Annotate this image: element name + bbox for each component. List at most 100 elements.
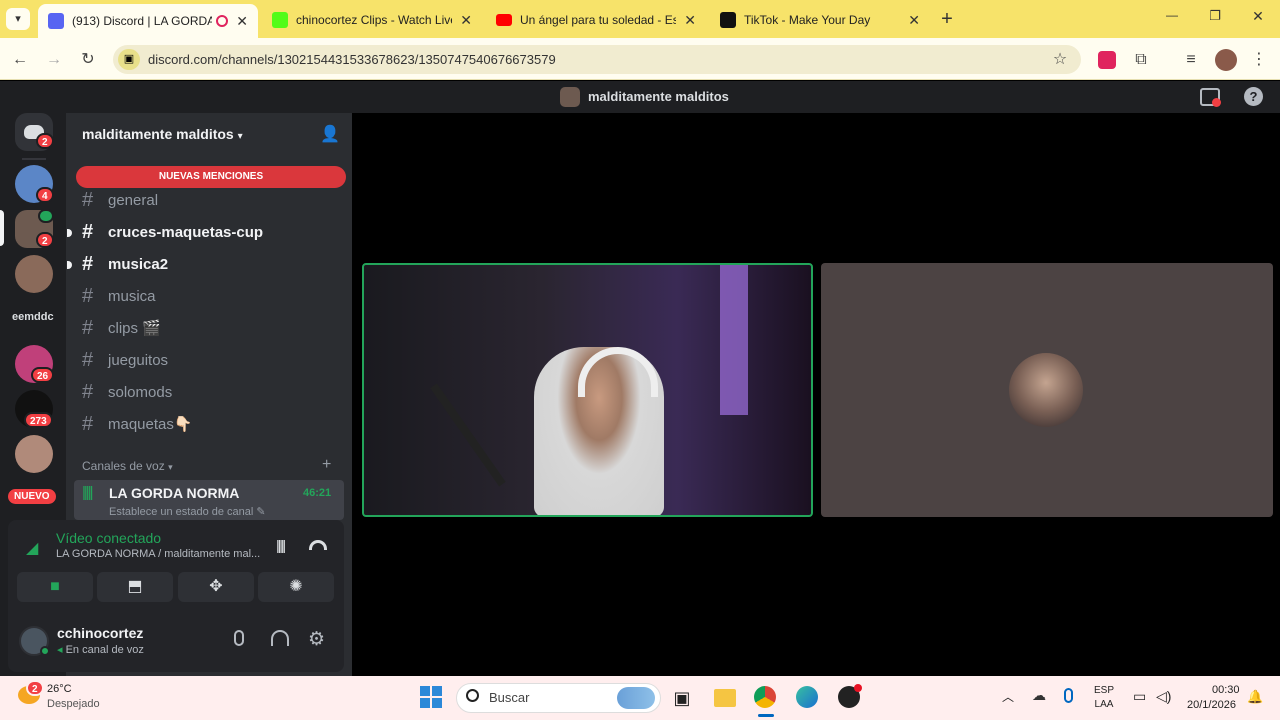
chrome-icon[interactable] (754, 686, 780, 710)
url-text[interactable]: discord.com/channels/1302154431533678623… (148, 52, 556, 67)
restore-button[interactable]: ❐ (1203, 8, 1227, 24)
guild-icon[interactable] (15, 255, 53, 293)
guild-icon[interactable] (15, 435, 53, 473)
connection-subtitle[interactable]: LA GORDA NORMA / malditamente mal... (56, 548, 260, 560)
voice-channel-name: LA GORDA NORMA (109, 485, 240, 501)
soundboard-button[interactable]: ✺ (258, 572, 334, 602)
inbox-badge (1212, 98, 1221, 107)
forward-icon[interactable]: → (43, 49, 65, 71)
add-channel-icon[interactable]: + (322, 456, 331, 474)
weather-badge: 2 (26, 680, 44, 696)
channel-musica[interactable]: # musica (82, 282, 344, 310)
guild-text-icon[interactable]: eemddc (12, 311, 54, 323)
guild-selected-pill (0, 210, 4, 246)
close-tab-icon[interactable]: ✕ (236, 13, 248, 30)
bookmark-star-icon[interactable]: ☆ (1049, 49, 1071, 71)
volume-icon[interactable]: ◁) (1156, 688, 1171, 705)
search-highlight-icon (617, 687, 655, 709)
mic-arm-graphic (430, 383, 506, 487)
profile-avatar[interactable] (1215, 49, 1237, 71)
tab-kick[interactable]: chinocortez Clips - Watch Live o ✕ (262, 5, 482, 35)
activities-button[interactable]: ✥ (178, 572, 254, 602)
server-name[interactable]: malditamente malditos ▾ (82, 126, 243, 142)
hash-icon: # (82, 252, 94, 275)
active-app-indicator (758, 714, 774, 717)
chevron-down-icon: ▾ (168, 462, 173, 472)
edge-icon[interactable] (796, 686, 822, 710)
channel-maquetas[interactable]: # maquetas👇🏻 (82, 410, 344, 438)
camera-button[interactable]: ■ (17, 572, 93, 602)
tab-discord[interactable]: (913) Discord | LA GORDA N ✕ (38, 4, 258, 38)
channel-cruces-maquetas-cup[interactable]: # cruces-maquetas-cup (82, 218, 344, 246)
extensions-puzzle-icon[interactable]: ⧉ (1130, 49, 1152, 71)
clock-time[interactable]: 00:30 (1212, 684, 1240, 696)
microphone-tray-icon[interactable] (1064, 688, 1073, 703)
new-tab-button[interactable]: + (936, 8, 958, 30)
guild-badge: 26 (31, 367, 55, 383)
youtube-favicon-icon (496, 14, 512, 26)
extension-icon[interactable] (1098, 51, 1116, 69)
back-icon[interactable]: ← (9, 49, 31, 71)
channel-label: maquetas👇🏻 (108, 416, 193, 433)
voice-channel-status[interactable]: Establece un estado de canal ✎ (109, 505, 266, 518)
menu-kebab-icon[interactable]: ⋮ (1248, 49, 1270, 71)
server-icon-small (560, 87, 580, 107)
user-status: ◂ En canal de voz (57, 643, 144, 656)
close-window-button[interactable]: ✕ (1246, 8, 1270, 25)
speaker-icon: ◂ (57, 644, 63, 656)
topbar-title: malditamente malditos (588, 89, 729, 104)
invite-people-icon[interactable]: 👤 (320, 124, 340, 144)
headphones-icon[interactable] (271, 630, 289, 646)
new-mentions-banner[interactable]: NUEVAS MENCIONES (76, 166, 346, 188)
weather-temp[interactable]: 26°C (47, 683, 72, 695)
participant-avatar (1009, 353, 1083, 427)
reload-icon[interactable]: ↻ (77, 49, 99, 71)
show-hidden-icons[interactable]: ︿ (1002, 688, 1014, 705)
channel-label: general (108, 191, 159, 209)
cloud-off-icon[interactable]: ☁ (1032, 687, 1046, 704)
username[interactable]: cchinocortez (57, 625, 143, 641)
screen-share-button[interactable]: ⬒ (97, 572, 173, 602)
task-view-icon[interactable]: ▣ (669, 686, 695, 710)
purple-light-graphic (720, 265, 748, 415)
minimize-button[interactable]: — (1160, 8, 1184, 22)
close-tab-icon[interactable]: ✕ (908, 12, 920, 29)
close-tab-icon[interactable]: ✕ (684, 12, 696, 29)
hash-icon: # (82, 284, 94, 307)
site-info-icon[interactable]: ▣ (118, 49, 140, 70)
new-guild-badge[interactable]: NUEVO (8, 489, 56, 504)
weather-desc: Despejado (47, 698, 100, 710)
user-status-label: En canal de voz (65, 644, 144, 656)
channel-solomods[interactable]: # solomods (82, 378, 344, 406)
close-tab-icon[interactable]: ✕ (460, 12, 472, 29)
chevron-down-icon: ▾ (237, 131, 243, 142)
channel-clips[interactable]: # clips 🎬 (82, 314, 344, 342)
signal-icon[interactable]: ◢ (26, 538, 38, 558)
tab-list-button[interactable]: ▾ (6, 8, 30, 30)
noise-suppression-icon[interactable]: ||||| (276, 537, 286, 553)
channel-general[interactable]: # general (82, 186, 344, 214)
settings-gear-icon[interactable]: ⚙ (308, 628, 325, 651)
language-label: ESP (1094, 685, 1115, 696)
microphone-icon[interactable] (234, 630, 244, 646)
tab-youtube[interactable]: Un ángel para tu soledad - Esta ✕ (486, 5, 706, 35)
media-controls-icon[interactable]: ≡ (1180, 49, 1202, 71)
voice-category-label: Canales de voz (82, 459, 165, 473)
windows-start-icon[interactable] (420, 686, 442, 708)
voice-category[interactable]: Canales de voz ▾ (82, 459, 173, 473)
notification-bell-icon[interactable]: 🔔 (1247, 689, 1263, 705)
help-icon[interactable]: ? (1244, 87, 1263, 106)
channel-label: musica2 (108, 255, 169, 273)
video-tile-speaking[interactable] (362, 263, 813, 517)
tab-tiktok[interactable]: TikTok - Make Your Day ✕ (710, 5, 930, 35)
guild-divider (22, 158, 46, 160)
channel-musica2[interactable]: # musica2 (82, 250, 344, 278)
file-explorer-icon[interactable] (712, 686, 738, 710)
network-icon[interactable]: ▭ (1133, 688, 1146, 705)
channel-label: solomods (108, 383, 173, 401)
input-language[interactable]: ESP LAA (1094, 684, 1114, 712)
video-live-icon (38, 209, 54, 223)
voice-timer: 46:21 (303, 487, 332, 499)
clock-date[interactable]: 20/1/2026 (1187, 699, 1236, 711)
channel-jueguitos[interactable]: # jueguitos (82, 346, 344, 374)
